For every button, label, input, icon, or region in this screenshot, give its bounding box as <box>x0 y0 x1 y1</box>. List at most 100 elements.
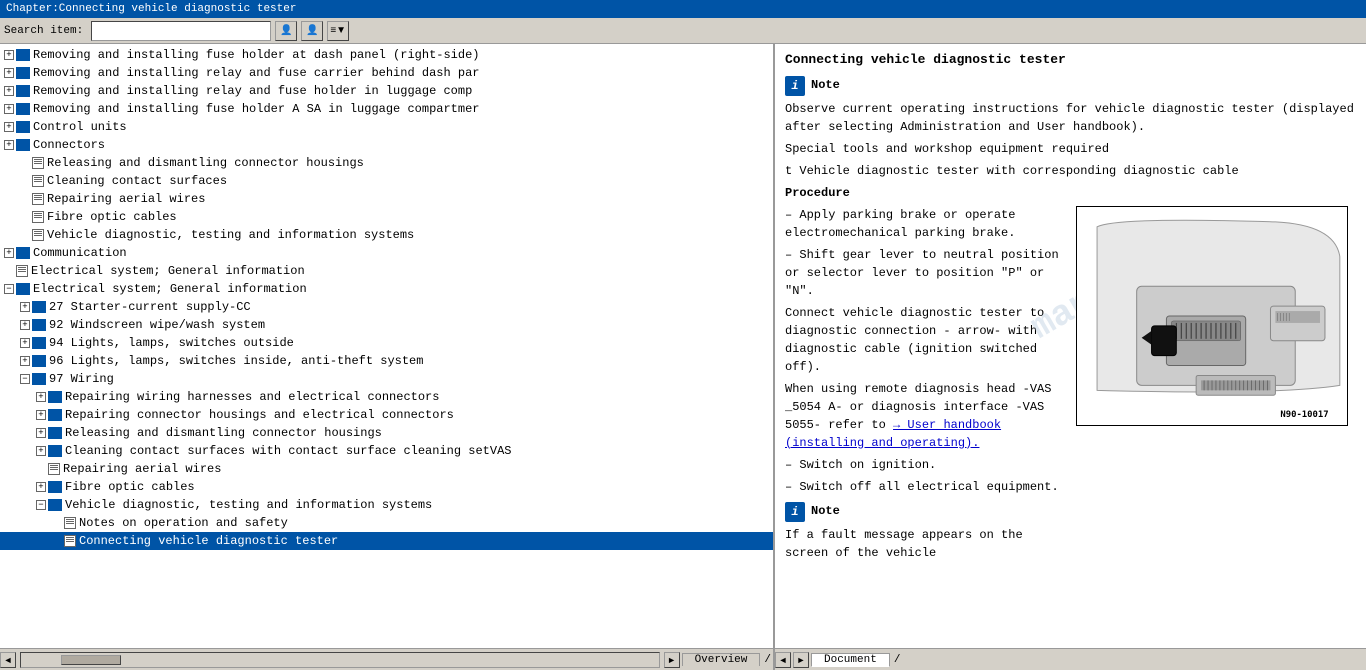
tree-item[interactable]: − 97 Wiring <box>0 370 773 388</box>
tab-sep-right: / <box>892 654 903 666</box>
tree-item[interactable]: +Removing and installing relay and fuse … <box>0 82 773 100</box>
tree-item[interactable]: + Cleaning contact surfaces with contact … <box>0 442 773 460</box>
scroll-left-btn[interactable]: ◄ <box>0 652 16 668</box>
expand-icon[interactable]: + <box>36 410 46 420</box>
tab-document[interactable]: Document <box>811 653 890 667</box>
scroll-right-btn[interactable]: ► <box>664 652 680 668</box>
expand-icon[interactable]: + <box>4 86 14 96</box>
obd-diagram-svg: N90-10017 <box>1077 207 1347 425</box>
expand-icon[interactable]: + <box>36 446 46 456</box>
tree-item[interactable]: + Communication <box>0 244 773 262</box>
nav-prev-btn[interactable]: ◄ <box>775 652 791 668</box>
page-icon <box>48 463 60 475</box>
right-image-col: N90-10017 <box>1076 206 1356 566</box>
folder-icon <box>48 391 62 403</box>
expand-icon[interactable]: + <box>20 320 30 330</box>
tree-item-label: Electrical system; General information <box>31 263 305 279</box>
toolbar-btn-1[interactable]: 👤 <box>275 21 297 41</box>
toolbar-btn-3[interactable]: ≡▼ <box>327 21 349 41</box>
folder-icon <box>32 355 46 367</box>
right-text-col: – Apply parking brake or operate electro… <box>785 206 1068 566</box>
toolbar-btn-2[interactable]: 👤 <box>301 21 323 41</box>
expand-icon[interactable]: + <box>20 302 30 312</box>
tab-overview[interactable]: Overview <box>682 653 761 666</box>
page-icon <box>32 157 44 169</box>
tree-item[interactable]: −Electrical system; General information <box>0 280 773 298</box>
tree-item[interactable]: Repairing aerial wires <box>0 190 773 208</box>
tree-item[interactable]: + Fibre optic cables <box>0 478 773 496</box>
search-input[interactable] <box>91 21 271 41</box>
tree-item-label: Fibre optic cables <box>65 479 195 495</box>
expand-icon[interactable]: − <box>20 374 30 384</box>
page-icon <box>64 535 76 547</box>
tree-item-label: Connecting vehicle diagnostic tester <box>79 533 338 549</box>
tree-item[interactable]: −Vehicle diagnostic, testing and informa… <box>0 496 773 514</box>
tree-item-label: 97 Wiring <box>49 371 114 387</box>
tree-item[interactable]: +Connectors <box>0 136 773 154</box>
expand-icon[interactable]: + <box>36 482 46 492</box>
tree-item[interactable]: + Removing and installing fuse holder at … <box>0 46 773 64</box>
tree-item[interactable]: +92 Windscreen wipe/wash system <box>0 316 773 334</box>
tree-item[interactable]: +Releasing and dismantling connector hou… <box>0 424 773 442</box>
tree-item-label: Repairing wiring harnesses and electrica… <box>65 389 439 405</box>
tree-item[interactable]: Cleaning contact surfaces <box>0 172 773 190</box>
tree-item-label: Removing and installing fuse holder at d… <box>33 47 479 63</box>
tree-item[interactable]: +Control units <box>0 118 773 136</box>
tree-item[interactable]: + Repairing wiring harnesses and electric… <box>0 388 773 406</box>
folder-icon <box>16 247 30 259</box>
expand-icon[interactable]: + <box>4 104 14 114</box>
note-text-2: If a fault message appears on the screen… <box>785 526 1068 562</box>
tree-item-label: Notes on operation and safety <box>79 515 288 531</box>
expand-icon[interactable]: + <box>4 50 14 60</box>
left-scrollbar[interactable] <box>20 652 660 668</box>
tree-content: + Removing and installing fuse holder at … <box>0 44 773 648</box>
tree-item-label: Vehicle diagnostic, testing and informat… <box>47 227 414 243</box>
folder-icon <box>32 373 46 385</box>
tree-item[interactable]: Releasing and dismantling connector hous… <box>0 154 773 172</box>
step-1: – Apply parking brake or operate electro… <box>785 206 1068 242</box>
tree-item[interactable]: +Removing and installing fuse holder A S… <box>0 100 773 118</box>
expand-icon[interactable]: + <box>20 356 30 366</box>
tree-item[interactable]: Repairing aerial wires <box>0 460 773 478</box>
expand-icon[interactable]: + <box>4 68 14 78</box>
connect-text: Connect vehicle diagnostic tester to dia… <box>785 304 1068 376</box>
tree-item-label: Communication <box>33 245 127 261</box>
note-text-1: Observe current operating instructions f… <box>785 100 1356 136</box>
tree-item[interactable]: Fibre optic cables <box>0 208 773 226</box>
tree-item[interactable]: +Repairing connector housings and electr… <box>0 406 773 424</box>
page-icon <box>32 211 44 223</box>
tree-item[interactable]: +27 Starter-current supply-CC <box>0 298 773 316</box>
expand-icon[interactable]: + <box>36 392 46 402</box>
tab-document-label: Document <box>824 654 877 666</box>
page-icon <box>32 193 44 205</box>
tree-item[interactable]: Electrical system; General information <box>0 262 773 280</box>
tree-item[interactable]: +96 Lights, lamps, switches inside, anti… <box>0 352 773 370</box>
tree-item[interactable]: +Removing and installing relay and fuse … <box>0 64 773 82</box>
expand-icon[interactable]: + <box>4 140 14 150</box>
expand-icon[interactable]: − <box>36 500 46 510</box>
expand-icon[interactable]: + <box>4 122 14 132</box>
expand-icon[interactable]: + <box>4 248 14 258</box>
tree-item[interactable]: +94 Lights, lamps, switches outside <box>0 334 773 352</box>
left-panel: + Removing and installing fuse holder at … <box>0 44 775 648</box>
right-title: Connecting vehicle diagnostic tester <box>785 50 1356 70</box>
note-icon-2: i <box>785 502 805 522</box>
expand-icon[interactable]: + <box>36 428 46 438</box>
tree-item-label: Cleaning contact surfaces with contact s… <box>65 443 511 459</box>
nav-next-btn[interactable]: ► <box>793 652 809 668</box>
tree-item[interactable]: Vehicle diagnostic, testing and informat… <box>0 226 773 244</box>
tool-item: t Vehicle diagnostic tester with corresp… <box>785 162 1356 180</box>
expand-icon[interactable]: − <box>4 284 14 294</box>
folder-icon <box>16 49 30 61</box>
folder-icon <box>32 319 46 331</box>
right-status-bar: ◄ ► Document / <box>775 649 1366 670</box>
folder-icon <box>48 427 62 439</box>
page-icon <box>16 265 28 277</box>
left-status-bar: ◄ ► Overview / <box>0 649 775 670</box>
expand-icon[interactable]: + <box>20 338 30 348</box>
tree-item[interactable]: Connecting vehicle diagnostic tester <box>0 532 773 550</box>
tree-item-label: Repairing aerial wires <box>47 191 205 207</box>
tree-item[interactable]: Notes on operation and safety <box>0 514 773 532</box>
folder-icon <box>32 301 46 313</box>
right-panel: manualslib Connecting vehicle diagnostic… <box>775 44 1366 648</box>
